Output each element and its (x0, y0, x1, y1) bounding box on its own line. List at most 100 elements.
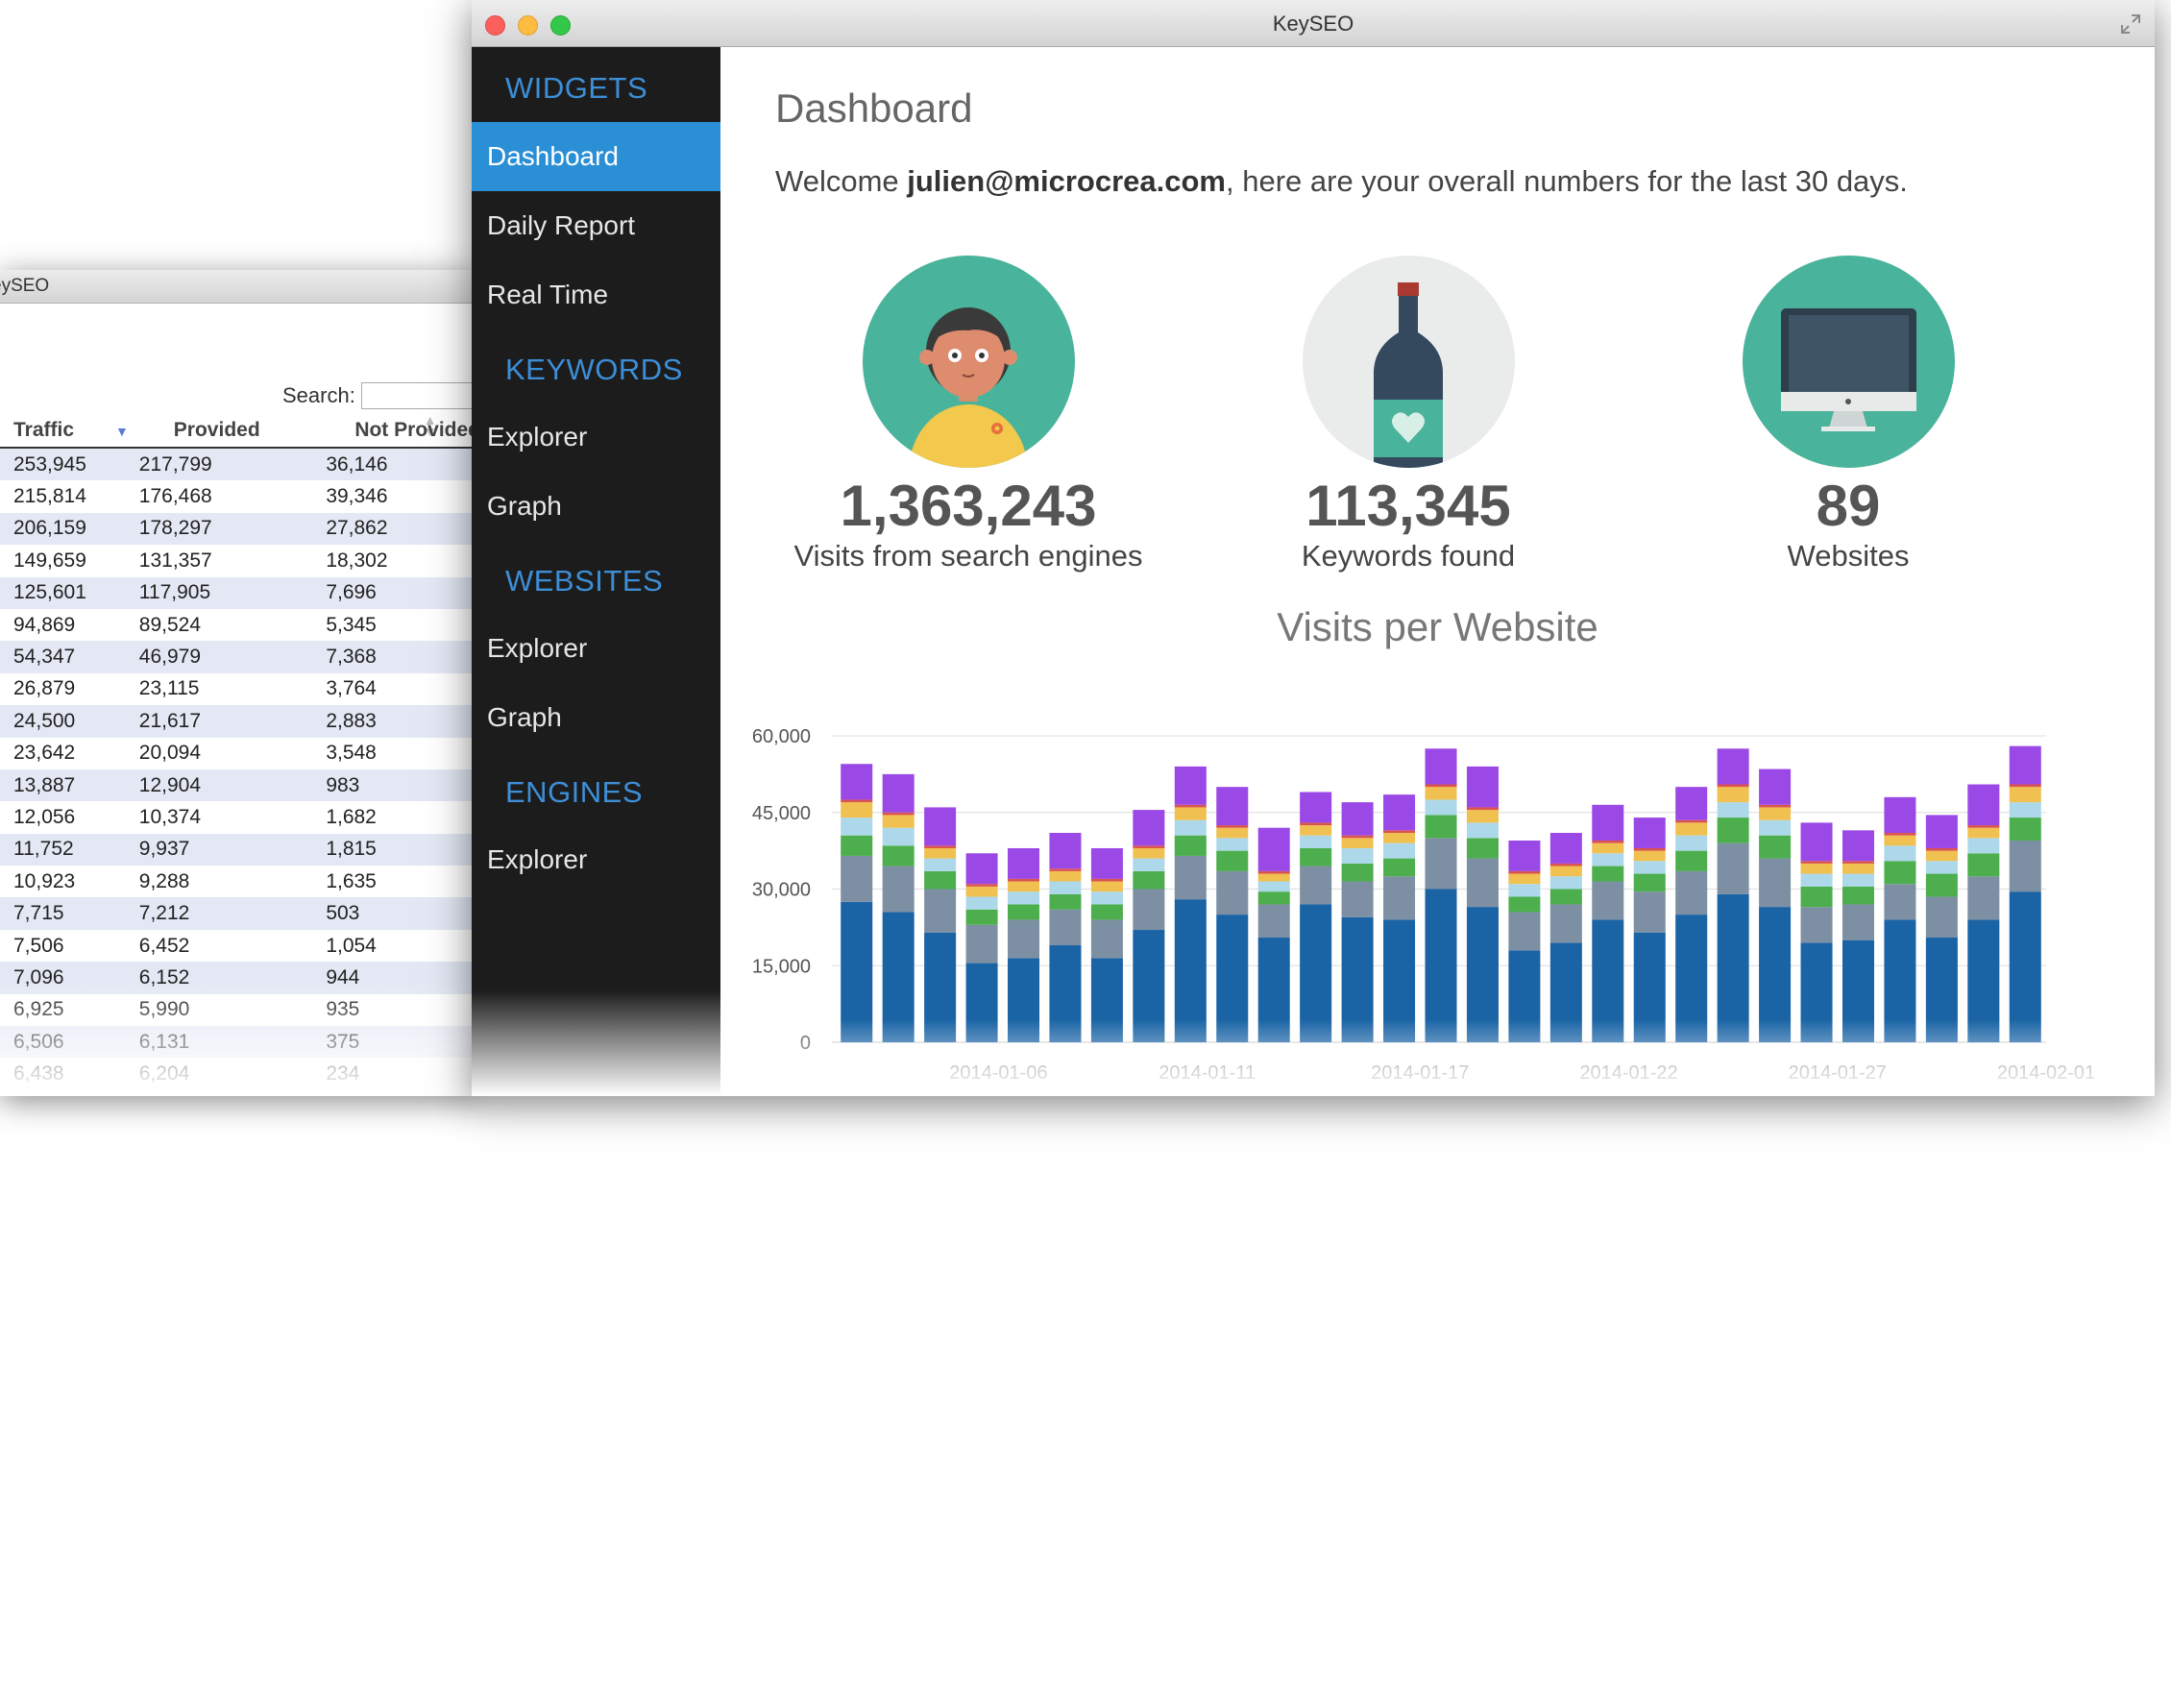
table-row[interactable]: 13,887 12,904 983 (0, 769, 480, 802)
sidebar-item-real-time[interactable]: Real Time (472, 260, 720, 329)
bar-segment (1383, 876, 1416, 920)
bar-segment (1633, 850, 1666, 862)
back-window[interactable]: eySEO Search: Traffic ▼ Provided ▲▼ Not … (0, 270, 480, 1096)
bar-segment (1383, 830, 1416, 834)
stat-keywords: 113,345 Keywords found (1207, 256, 1610, 573)
bar-segment (882, 866, 915, 913)
bar-segment (1508, 884, 1541, 897)
bar-segment (1592, 842, 1624, 854)
bar-segment (1675, 787, 1708, 820)
bar-segment (1008, 919, 1040, 959)
table-row[interactable]: 12,056 10,374 1,682 (0, 801, 480, 834)
bar-segment (1090, 919, 1123, 959)
sidebar-item-keywords-explorer[interactable]: Explorer (472, 403, 720, 472)
table-row[interactable]: 206,159 178,297 27,862 (0, 512, 480, 546)
chart-title: Visits per Website (1277, 604, 1598, 649)
bar-segment (1133, 847, 1165, 859)
table-row[interactable]: 149,659 131,357 18,302 (0, 545, 480, 577)
bar-segment (1633, 861, 1666, 874)
column-header-traffic[interactable]: Traffic ▼ (0, 414, 139, 449)
bar-segment (1549, 866, 1582, 877)
sidebar-item-websites-explorer[interactable]: Explorer (472, 614, 720, 683)
bar-segment (1717, 802, 1749, 818)
bar-segment (1759, 819, 1792, 836)
table-row[interactable]: 253,945 217,799 36,146 (0, 448, 480, 481)
cell-provided: 217,799 (138, 448, 327, 481)
main-window[interactable]: KeySEO WIDGETS Dashboard Daily Report Re… (472, 0, 2155, 1096)
bar-segment (882, 812, 915, 816)
bar-segment (1508, 840, 1541, 871)
cell-traffic: 10,923 (0, 866, 139, 898)
table-row[interactable]: 23,642 20,094 3,548 (0, 737, 480, 769)
table-row[interactable]: 7,506 6,452 1,054 (0, 929, 480, 963)
bar-segment (1174, 766, 1207, 805)
bar-segment (965, 909, 998, 925)
table-header-row: Traffic ▼ Provided ▲ ▼ Not Provided (0, 413, 480, 449)
window-titlebar[interactable]: KeySEO (472, 0, 2155, 47)
bar-segment (1759, 835, 1792, 859)
bar-segment (1717, 748, 1749, 785)
bar-segment (1842, 886, 1874, 905)
content-fade (720, 1019, 2155, 1096)
sidebar-item-engines-explorer[interactable]: Explorer (472, 825, 720, 894)
cell-not-provided: 2,883 (326, 705, 480, 738)
bar-segment (1090, 847, 1123, 879)
bar-segment (1842, 863, 1874, 874)
fullscreen-icon[interactable] (2120, 13, 2141, 35)
cell-not-provided: 3,764 (326, 672, 480, 706)
back-window-titlebar[interactable]: eySEO (0, 270, 480, 304)
bar-segment (1425, 787, 1457, 800)
bar-segment (1383, 833, 1416, 843)
sidebar-item-keywords-graph[interactable]: Graph (472, 472, 720, 541)
bar-segment (1425, 799, 1457, 816)
cell-provided: 21,617 (138, 705, 327, 738)
bar-segment (2009, 840, 2041, 892)
bar-segment (1008, 878, 1040, 882)
bar-segment (1884, 884, 1916, 920)
stat-keywords-value: 113,345 (1305, 474, 1511, 538)
bar-segment (1090, 904, 1123, 920)
sidebar-item-daily-report[interactable]: Daily Report (472, 191, 720, 260)
table-row[interactable]: 54,347 46,979 7,368 (0, 641, 480, 673)
bar-segment (1592, 804, 1624, 841)
bar-segment (1633, 817, 1666, 848)
bar-segment (1717, 787, 1749, 803)
cell-provided: 7,212 (138, 897, 327, 930)
bar-segment (1341, 863, 1374, 882)
table-row[interactable]: 26,879 23,115 3,764 (0, 672, 480, 706)
bar-segment (924, 889, 957, 933)
bar-segment (1257, 881, 1290, 892)
table-row[interactable]: 24,500 21,617 2,883 (0, 705, 480, 738)
bar-segment (841, 802, 873, 818)
back-search-input[interactable] (360, 382, 480, 409)
table-row[interactable]: 11,752 9,937 1,815 (0, 833, 480, 866)
bar-segment (1675, 822, 1708, 836)
bar-segment (1049, 868, 1082, 871)
cell-provided: 131,357 (138, 545, 327, 577)
table-row[interactable]: 125,601 117,905 7,696 (0, 576, 480, 609)
bar-segment (1759, 769, 1792, 805)
table-row[interactable]: 94,869 89,524 5,345 (0, 608, 480, 642)
cell-traffic: 24,500 (0, 705, 139, 738)
bar-segment (1300, 847, 1332, 866)
bar-segment (1257, 870, 1290, 874)
bar-segment (1633, 891, 1666, 933)
sidebar-item-websites-graph[interactable]: Graph (472, 683, 720, 752)
column-header-not-provided[interactable]: Not Provided (326, 414, 480, 449)
bar-segment (1675, 819, 1708, 823)
bar-segment (1341, 881, 1374, 917)
bar-segment (2009, 745, 2041, 785)
table-row[interactable]: 215,814 176,468 39,346 (0, 480, 480, 513)
cell-provided: 46,979 (138, 641, 327, 673)
bar-segment (965, 853, 998, 885)
table-row[interactable]: 7,715 7,212 503 (0, 897, 480, 930)
bar-segment (1300, 866, 1332, 905)
sidebar-item-dashboard[interactable]: Dashboard (472, 122, 720, 191)
bar-segment (1008, 881, 1040, 892)
column-header-provided[interactable]: Provided ▲ ▼ (138, 413, 437, 449)
table-row[interactable]: 10,923 9,288 1,635 (0, 866, 480, 898)
bar-segment (965, 924, 998, 964)
bar-segment (1759, 804, 1792, 808)
cell-not-provided: 7,368 (326, 641, 480, 673)
cell-not-provided: 983 (326, 769, 480, 802)
